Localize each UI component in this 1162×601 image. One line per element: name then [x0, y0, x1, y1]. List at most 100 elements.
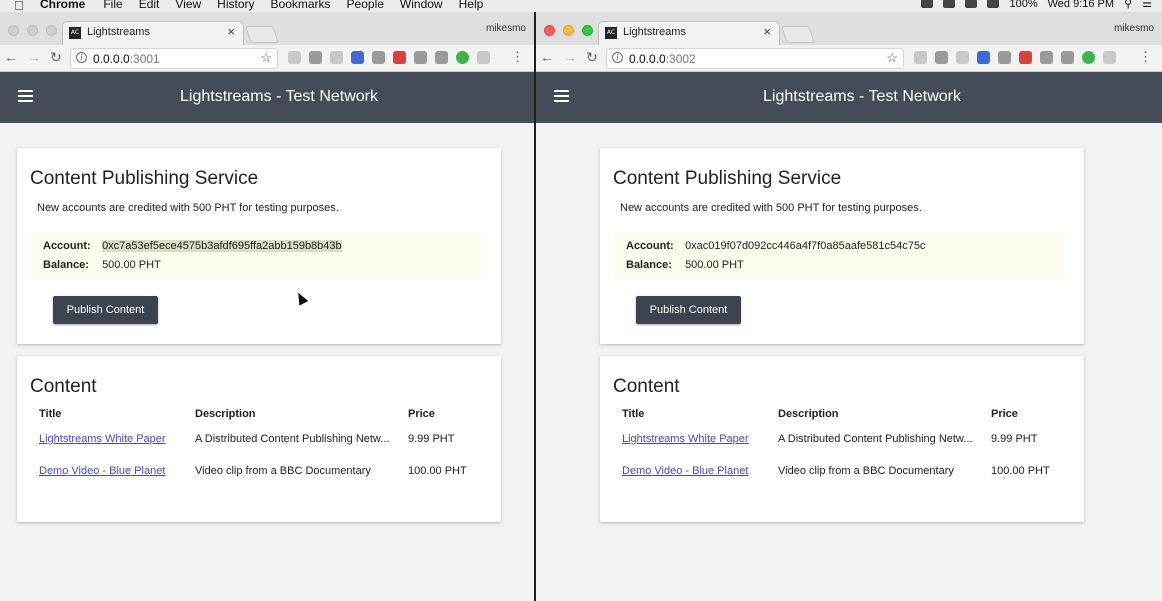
close-window-button[interactable] — [544, 25, 555, 36]
menu-people[interactable]: People — [347, 0, 384, 11]
close-icon[interactable]: × — [763, 24, 771, 39]
extension-icon[interactable] — [477, 51, 490, 64]
extension-icon[interactable] — [372, 51, 385, 64]
more-options-icon[interactable]: ⋮ — [511, 49, 524, 65]
status-app-icon[interactable] — [943, 0, 956, 8]
menu-file[interactable]: File — [103, 0, 122, 11]
browser-tab[interactable]: AC Lightstreams × — [62, 21, 244, 45]
tab-strip: AC Lightstreams × mikesmo — [0, 12, 534, 45]
account-address[interactable]: 0xc7a53ef5ece4575b3afdf695ffa2abb159b8b4… — [102, 240, 342, 252]
extension-icon[interactable] — [1103, 51, 1116, 64]
browser-toolbar: ← → ↻ i 0.0.0.0:3001 ☆ ⋮ — [0, 45, 534, 72]
extension-icon[interactable] — [1082, 51, 1095, 64]
content-link[interactable]: Demo Video - Blue Planet — [39, 465, 165, 477]
menu-app-name[interactable]: Chrome — [40, 0, 85, 11]
url-host: 0.0.0.0 — [93, 52, 130, 66]
new-tab-button[interactable] — [245, 26, 279, 43]
zoom-window-button[interactable] — [582, 25, 593, 36]
battery-level[interactable]: 100% — [1009, 0, 1037, 10]
extension-icon[interactable] — [914, 51, 927, 64]
menu-bookmarks[interactable]: Bookmarks — [271, 0, 331, 11]
content-link[interactable]: Lightstreams White Paper — [39, 433, 166, 445]
balance-label: Balance: — [626, 259, 672, 271]
list-icon[interactable]: ☰ — [1142, 0, 1152, 10]
window-controls — [8, 25, 57, 36]
publishing-service-card: Content Publishing Service New accounts … — [600, 148, 1084, 344]
content-price: 9.99 PHT — [408, 433, 455, 445]
volume-icon[interactable] — [987, 0, 1000, 8]
extension-icon[interactable] — [1019, 51, 1032, 64]
star-icon[interactable]: ☆ — [260, 50, 272, 66]
close-window-button[interactable] — [8, 25, 19, 36]
hamburger-icon[interactable] — [18, 90, 33, 105]
reload-icon[interactable]: ↻ — [586, 49, 598, 66]
content-description: A Distributed Content Publishing Netw... — [195, 433, 390, 445]
menu-help[interactable]: Help — [459, 0, 484, 11]
extension-icon[interactable] — [998, 51, 1011, 64]
extension-icon[interactable] — [935, 51, 948, 64]
search-icon[interactable]: ⚲ — [1124, 0, 1132, 10]
content-link[interactable]: Lightstreams White Paper — [622, 433, 749, 445]
tab-title: Lightstreams — [87, 26, 150, 38]
hamburger-icon[interactable] — [554, 90, 569, 105]
url-port: :3001 — [129, 52, 160, 66]
account-info: Account: 0xc7a53ef5ece4575b3afdf695ffa2a… — [31, 233, 481, 279]
zoom-window-button[interactable] — [46, 25, 57, 36]
balance-row: Balance: 500.00 PHT — [626, 259, 744, 271]
forward-arrow-icon[interactable]: → — [27, 49, 41, 65]
publish-content-button[interactable]: Publish Content — [53, 296, 158, 324]
star-icon[interactable]: ☆ — [886, 50, 898, 66]
close-icon[interactable]: × — [227, 24, 235, 39]
menu-window[interactable]: Window — [400, 0, 443, 11]
browser-tab[interactable]: AC Lightstreams × — [598, 21, 780, 45]
extension-icon[interactable] — [977, 51, 990, 64]
content-link[interactable]: Demo Video - Blue Planet — [622, 465, 748, 477]
extension-icon[interactable] — [393, 51, 406, 64]
back-arrow-icon[interactable]: ← — [4, 49, 18, 65]
favicon-icon: AC — [605, 27, 617, 39]
wifi-icon[interactable] — [965, 0, 978, 8]
extension-icon[interactable] — [351, 51, 364, 64]
profile-name[interactable]: mikesmo — [486, 23, 526, 34]
extension-icons — [914, 51, 1116, 64]
info-icon[interactable]: i — [76, 52, 87, 63]
extension-icon[interactable] — [414, 51, 427, 64]
forward-arrow-icon[interactable]: → — [563, 49, 577, 65]
new-tab-button[interactable] — [781, 26, 815, 43]
app-header: Lightstreams - Test Network — [0, 72, 534, 123]
address-bar[interactable]: i 0.0.0.0:3001 ☆ — [70, 48, 278, 69]
menu-items: Chrome File Edit View History Bookmarks … — [40, 0, 499, 11]
extension-icon[interactable] — [288, 51, 301, 64]
info-icon[interactable]: i — [612, 52, 623, 63]
status-app-icon[interactable] — [921, 0, 934, 8]
extension-icon[interactable] — [1040, 51, 1053, 64]
content-price: 100.00 PHT — [408, 465, 467, 477]
balance-value: 500.00 PHT — [102, 259, 161, 271]
minimize-window-button[interactable] — [563, 25, 574, 36]
address-bar[interactable]: i 0.0.0.0:3002 ☆ — [606, 48, 904, 69]
extension-icon[interactable] — [330, 51, 343, 64]
more-options-icon[interactable]: ⋮ — [1139, 49, 1152, 65]
apple-icon[interactable]:  — [14, 0, 24, 12]
url-text[interactable]: 0.0.0.0:3001 — [93, 52, 160, 66]
extension-icon[interactable] — [456, 51, 469, 64]
url-text[interactable]: 0.0.0.0:3002 — [629, 52, 696, 66]
menu-view[interactable]: View — [175, 0, 201, 11]
clock[interactable]: Wed 9:16 PM — [1048, 0, 1114, 10]
publish-content-button[interactable]: Publish Content — [636, 296, 741, 324]
credit-note: New accounts are credited with 500 PHT f… — [37, 202, 339, 214]
minimize-window-button[interactable] — [27, 25, 38, 36]
back-arrow-icon[interactable]: ← — [540, 49, 554, 65]
reload-icon[interactable]: ↻ — [50, 49, 62, 66]
account-address[interactable]: 0xac019f07d092cc446a4f7f0a85aafe581c54c7… — [685, 240, 925, 252]
extension-icon[interactable] — [435, 51, 448, 64]
menu-edit[interactable]: Edit — [139, 0, 160, 11]
extension-icon[interactable] — [1061, 51, 1074, 64]
balance-value: 500.00 PHT — [685, 259, 744, 271]
extension-icon[interactable] — [956, 51, 969, 64]
profile-name[interactable]: mikesmo — [1114, 23, 1154, 34]
menu-history[interactable]: History — [217, 0, 254, 11]
extension-icon[interactable] — [309, 51, 322, 64]
favicon-icon: AC — [69, 27, 81, 39]
page-content: Content Publishing Service New accounts … — [0, 123, 534, 601]
